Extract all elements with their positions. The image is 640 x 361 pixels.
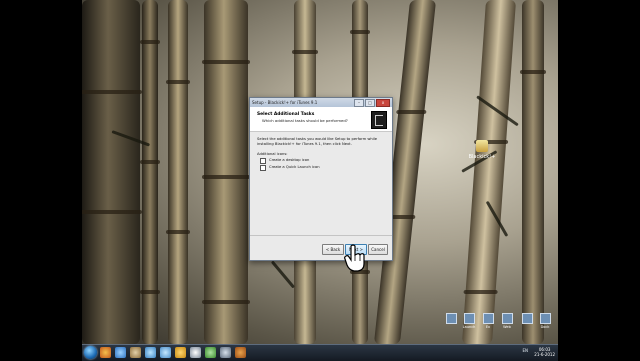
taskbar-app-icon[interactable] — [175, 347, 186, 358]
setup-dialog: Setup - Blackick!+ for iTunes 9.1 – □ x … — [249, 97, 393, 261]
maximize-button[interactable]: □ — [365, 98, 375, 107]
taskbar-app-icon[interactable] — [205, 347, 216, 358]
taskbar-app-icon[interactable] — [190, 347, 201, 358]
desktop-shortcut[interactable]: Dock — [538, 313, 552, 329]
shortcut-label: Ex — [485, 325, 491, 329]
quick-launch-option[interactable]: Create a Quick Launch icon — [260, 164, 385, 171]
bamboo-stalk — [520, 0, 546, 344]
taskbar-app-icon[interactable] — [115, 347, 126, 358]
cancel-button[interactable]: Cancel — [368, 244, 388, 255]
screen: Blackick!+ Launch Ex Web Dock Setup - Bl… — [0, 0, 640, 361]
option-label: Create a Quick Launch icon — [269, 165, 320, 169]
page-subtitle: Which additional tasks should be perform… — [262, 118, 348, 123]
page-title: Select Additional Tasks — [257, 112, 315, 117]
wizard-header: Select Additional Tasks Which additional… — [250, 107, 392, 132]
desktop-shortcut[interactable] — [520, 313, 534, 325]
taskbar-app-icon[interactable] — [235, 347, 246, 358]
desktop-shortcut[interactable]: Ex — [481, 313, 495, 329]
shortcut-icon — [445, 313, 457, 324]
back-button[interactable]: < Back — [322, 244, 344, 255]
title-bar[interactable]: Setup - Blackick!+ for iTunes 9.1 – □ x — [250, 98, 392, 107]
hand-cursor-icon — [344, 244, 365, 272]
task-description: Select the additional tasks you would li… — [257, 137, 378, 146]
minimize-button[interactable]: – — [354, 98, 364, 107]
clock[interactable]: 06:03 21-6-2012 — [534, 347, 555, 357]
checkbox[interactable] — [260, 164, 266, 171]
taskbar: EN 06:03 21-6-2012 — [82, 344, 558, 361]
shortcut-icon — [463, 313, 475, 324]
tray-language[interactable]: EN — [522, 348, 528, 353]
shortcut-label: Web — [503, 325, 511, 329]
shortcut-icon — [501, 313, 513, 324]
bamboo-stalk — [140, 0, 160, 344]
checkbox[interactable] — [260, 157, 266, 164]
taskbar-app-icon[interactable] — [160, 347, 171, 358]
taskbar-app-icon[interactable] — [100, 347, 111, 358]
divider — [250, 235, 392, 236]
desktop-shortcut[interactable]: Launch — [462, 313, 476, 329]
bamboo-stalk — [461, 0, 517, 344]
desktop-shortcut[interactable] — [444, 313, 458, 325]
shortcut-icon — [521, 313, 533, 324]
start-button[interactable] — [84, 346, 97, 359]
shortcut-icon — [482, 313, 494, 324]
bamboo-stalk — [202, 0, 250, 344]
desktop-icon-option[interactable]: Create a desktop icon — [260, 157, 385, 164]
bamboo-stalk — [166, 0, 190, 344]
close-button[interactable]: x — [376, 98, 390, 107]
option-label: Create a desktop icon — [269, 158, 310, 162]
setup-logo-icon — [371, 111, 387, 129]
shortcut-label: Dock — [540, 325, 550, 329]
wizard-body: Select the additional tasks you would li… — [250, 132, 392, 176]
shortcut-icon — [539, 313, 551, 324]
desktop-icon-blackick[interactable]: Blackick!+ — [460, 140, 504, 160]
desktop-shortcut[interactable]: Web — [500, 313, 514, 329]
bamboo-leaf — [270, 260, 296, 289]
bamboo-stalk — [82, 0, 142, 344]
taskbar-app-icon[interactable] — [220, 347, 231, 358]
shortcut-label: Launch — [462, 325, 476, 329]
window-title: Setup - Blackick!+ for iTunes 9.1 — [252, 100, 318, 105]
taskbar-app-icon[interactable] — [130, 347, 141, 358]
clock-date: 21-6-2012 — [534, 352, 555, 357]
taskbar-app-icon[interactable] — [145, 347, 156, 358]
app-icon — [476, 140, 488, 152]
desktop-icon-label: Blackick!+ — [468, 154, 496, 160]
